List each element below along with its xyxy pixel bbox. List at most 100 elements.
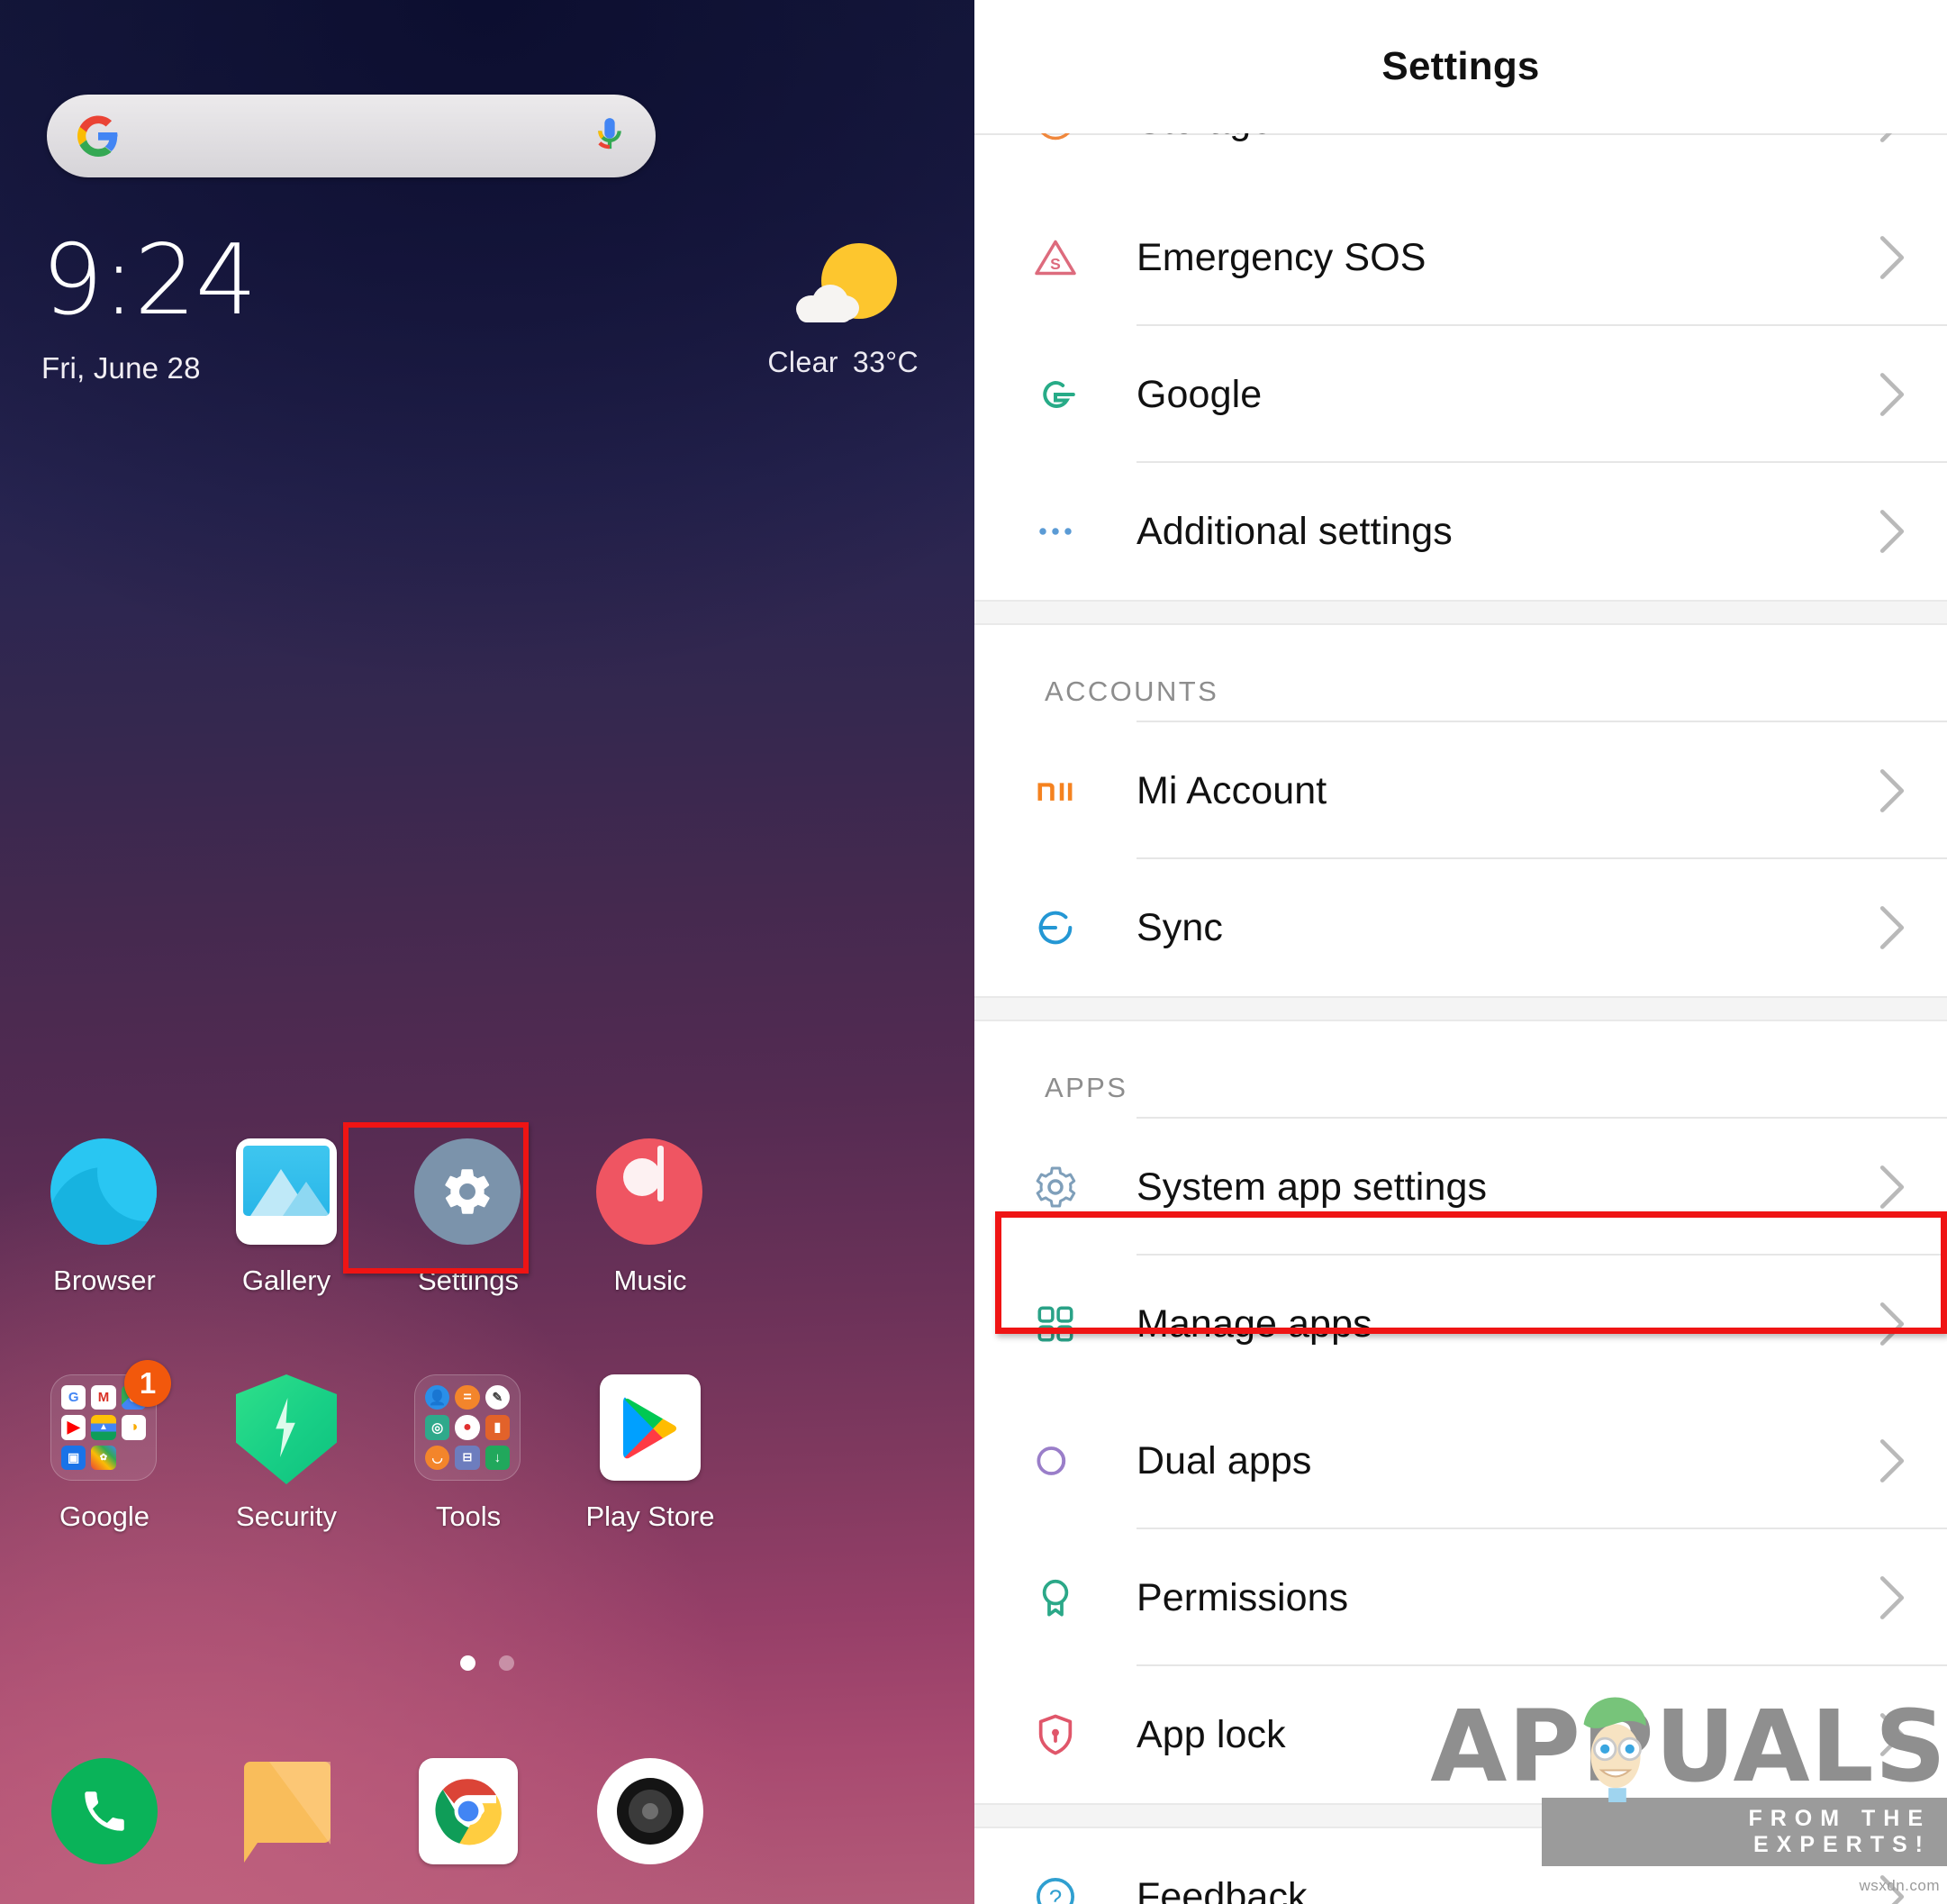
storage-icon [974, 133, 1137, 144]
notification-badge: 1 [124, 1360, 171, 1407]
settings-row-google[interactable]: Google [974, 326, 1947, 463]
page-dot-2[interactable] [499, 1655, 514, 1671]
app-settings[interactable]: Settings [387, 1128, 549, 1297]
app-grid: Browser Gallery Settings Music 1 G M ▶ ▲… [0, 1128, 974, 1533]
app-gallery[interactable]: Gallery [205, 1128, 367, 1297]
dock-camera[interactable] [569, 1758, 731, 1864]
clock-widget[interactable]: 9:24 Fri, June 28 [41, 224, 258, 385]
chevron-right-icon [1857, 1872, 1947, 1904]
mi-logo-icon [974, 767, 1137, 814]
settings-list: Storage S Emergency SOS [974, 133, 1947, 1904]
app-label: Gallery [241, 1265, 331, 1296]
chevron-right-icon [1857, 133, 1947, 145]
gear-outline-icon [974, 1162, 1137, 1212]
settings-row-dual-apps[interactable]: Dual apps [974, 1392, 1947, 1529]
app-row-2: 1 G M ◉ ▶ ▲ ◑ ▣ ✿ [0, 1360, 974, 1533]
app-label: Security [236, 1501, 337, 1532]
settings-row-system-app-settings[interactable]: System app settings [974, 1119, 1947, 1256]
section-header-label: ACCOUNTS [1045, 675, 1219, 707]
section-gap [974, 600, 1947, 625]
chevron-right-icon [1857, 1710, 1947, 1759]
security-shield-icon [232, 1374, 340, 1484]
settings-row-label: Sync [1137, 905, 1223, 949]
section-gap [974, 996, 1947, 1021]
settings-row-emergency-sos[interactable]: S Emergency SOS [974, 189, 1947, 326]
settings-row-label: System app settings [1137, 1165, 1488, 1209]
app-browser[interactable]: Browser [23, 1128, 186, 1297]
chevron-right-icon [1857, 1437, 1947, 1485]
phone-handset-icon [51, 1758, 158, 1864]
app-tools-folder[interactable]: 👤 = ✎ ◎ ● ▮ ◡ ⊟ ↓ Tools [387, 1364, 549, 1533]
section-header-apps: APPS [974, 1021, 1947, 1119]
settings-row-label: Manage apps [1137, 1301, 1372, 1346]
app-security[interactable]: Security [205, 1364, 367, 1533]
settings-row-label: Mi Account [1137, 768, 1327, 812]
play-store-icon [596, 1374, 704, 1482]
settings-row-label: Permissions [1137, 1575, 1349, 1619]
chevron-right-icon [1857, 903, 1947, 952]
camera-lens-icon [597, 1758, 703, 1864]
question-mark-circle-icon: ? [974, 1872, 1137, 1904]
app-google-folder[interactable]: 1 G M ◉ ▶ ▲ ◑ ▣ ✿ [23, 1360, 186, 1533]
chrome-icon [419, 1758, 518, 1864]
chevron-right-icon [1857, 766, 1947, 815]
android-home-screen: 9:24 Fri, June 28 Clear 33°C Browser Gal… [0, 0, 974, 1904]
chevron-right-icon [1857, 1573, 1947, 1622]
settings-panel: Settings Storage [974, 0, 1947, 1904]
dock-messages[interactable] [205, 1758, 367, 1864]
ribbon-badge-icon [974, 1573, 1137, 1623]
google-g-icon [77, 115, 119, 157]
clock-date: Fri, June 28 [41, 351, 201, 385]
message-bubble-icon [237, 1758, 336, 1864]
settings-row-label: Storage [1137, 133, 1857, 143]
settings-row-storage[interactable]: Storage [974, 133, 1947, 189]
section-header-accounts: ACCOUNTS [974, 625, 1947, 722]
sync-circle-icon [974, 902, 1137, 953]
app-play-store[interactable]: Play Store [569, 1364, 731, 1533]
weather-temperature: 33°C [852, 346, 919, 378]
gallery-icon [232, 1138, 340, 1247]
sun-behind-cloud-icon [780, 243, 906, 337]
chevron-right-icon [1857, 1300, 1947, 1348]
grid-squares-icon [974, 1301, 1137, 1346]
page-dot-1[interactable] [460, 1655, 475, 1671]
app-music[interactable]: Music [569, 1128, 731, 1297]
settings-row-label: App lock [1137, 1712, 1286, 1756]
settings-gear-icon [414, 1138, 522, 1247]
dock-phone[interactable] [23, 1758, 186, 1864]
settings-row-additional-settings[interactable]: Additional settings [974, 463, 1947, 600]
settings-row-app-lock[interactable]: App lock [974, 1666, 1947, 1803]
microphone-icon[interactable] [594, 115, 625, 157]
settings-row-permissions[interactable]: Permissions [974, 1529, 1947, 1666]
svg-text:?: ? [1049, 1886, 1062, 1904]
google-g-icon [974, 369, 1137, 420]
section-gap [974, 1803, 1947, 1828]
dock-chrome[interactable] [387, 1758, 549, 1864]
app-label: Google [59, 1501, 149, 1532]
app-label: Music [613, 1265, 687, 1296]
page-title: Settings [1381, 44, 1540, 88]
google-search-bar[interactable] [47, 95, 656, 177]
settings-row-label: Emergency SOS [1137, 235, 1426, 279]
settings-row-feedback[interactable]: ? Feedback [974, 1828, 1947, 1904]
settings-row-label: Additional settings [1137, 509, 1453, 553]
page-indicator[interactable] [0, 1655, 974, 1671]
settings-row-manage-apps[interactable]: Manage apps [974, 1256, 1947, 1392]
chevron-right-icon [1857, 1163, 1947, 1211]
settings-row-label: Dual apps [1137, 1438, 1312, 1482]
emergency-sos-triangle-icon: S [974, 232, 1137, 283]
browser-icon [50, 1138, 158, 1247]
app-row-1: Browser Gallery Settings Music [0, 1128, 974, 1297]
settings-row-label: Google [1137, 372, 1263, 416]
app-label: Tools [435, 1501, 502, 1532]
settings-row-sync[interactable]: Sync [974, 859, 1947, 996]
settings-row-mi-account[interactable]: Mi Account [974, 722, 1947, 859]
app-label: Browser [53, 1265, 156, 1296]
svg-text:S: S [1050, 255, 1061, 273]
chevron-right-icon [1857, 233, 1947, 282]
weather-widget[interactable]: Clear 33°C [767, 243, 919, 379]
clock-time: 9:24 [41, 224, 258, 337]
settings-row-label: Feedback [1137, 1874, 1308, 1904]
tools-folder-icon: 👤 = ✎ ◎ ● ▮ ◡ ⊟ ↓ [414, 1374, 522, 1482]
chevron-right-icon [1857, 507, 1947, 556]
